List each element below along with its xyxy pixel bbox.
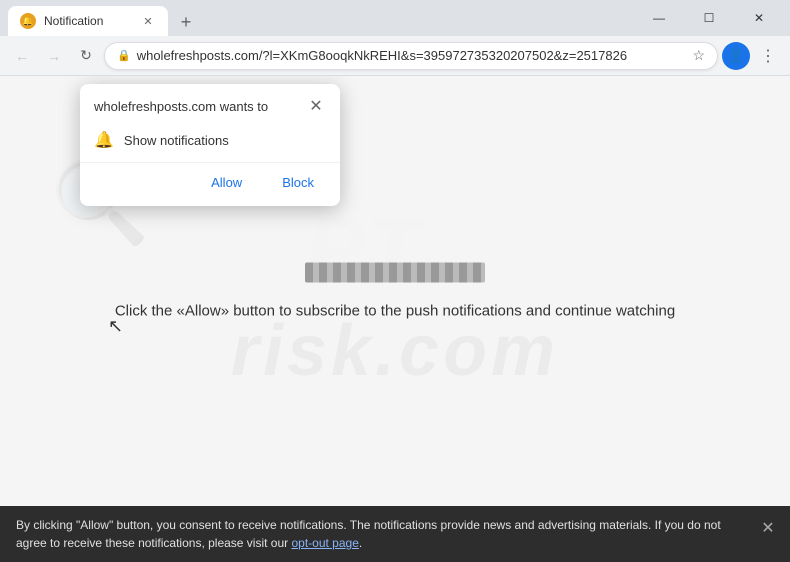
chrome-menu-button[interactable]: ⋮ (754, 42, 782, 70)
back-button[interactable]: ← (8, 42, 36, 70)
consent-text-after-link: . (359, 536, 362, 550)
title-bar: 🔔 Notification ✕ + — ☐ ✕ (0, 0, 790, 36)
profile-icon: 👤 (727, 47, 744, 64)
video-area: Click the «Allow» button to subscribe to… (0, 263, 790, 320)
address-bar: ← → ↻ 🔒 wholefreshposts.com/?l=XKmG8ooqk… (0, 36, 790, 76)
minimize-button[interactable]: — (636, 0, 682, 36)
consent-text: By clicking "Allow" button, you consent … (16, 516, 750, 552)
active-tab[interactable]: 🔔 Notification ✕ (8, 6, 168, 36)
consent-bar: By clicking "Allow" button, you consent … (0, 506, 790, 562)
tab-title: Notification (44, 14, 132, 28)
profile-button[interactable]: 👤 (722, 42, 750, 70)
window-controls: — ☐ ✕ (636, 0, 782, 36)
browser-window: 🔔 Notification ✕ + — ☐ ✕ ← → ↻ 🔒 wholefr… (0, 0, 790, 562)
tab-close-button[interactable]: ✕ (140, 13, 156, 29)
consent-text-before-link: By clicking "Allow" button, you consent … (16, 518, 721, 550)
cta-text: Click the «Allow» button to subscribe to… (115, 303, 675, 320)
refresh-button[interactable]: ↻ (72, 42, 100, 70)
new-tab-button[interactable]: + (172, 8, 200, 36)
bell-icon: 🔔 (94, 130, 114, 150)
tab-favicon: 🔔 (20, 13, 36, 29)
popup-actions: Allow Block (80, 162, 340, 206)
forward-button[interactable]: → (40, 42, 68, 70)
consent-close-button[interactable]: ✕ (758, 518, 778, 538)
page-content: 🔍 PT risk.com Click the «Allow» button t… (0, 76, 790, 506)
url-text: wholefreshposts.com/?l=XKmG8ooqkNkREHI&s… (137, 48, 687, 63)
watermark-text: risk.com (231, 310, 559, 392)
close-window-button[interactable]: ✕ (736, 0, 782, 36)
popup-close-button[interactable]: ✕ (306, 96, 326, 116)
maximize-button[interactable]: ☐ (686, 0, 732, 36)
bookmark-star-icon[interactable]: ☆ (692, 47, 705, 64)
block-button[interactable]: Block (266, 169, 330, 196)
popup-description: Show notifications (124, 133, 229, 148)
allow-button[interactable]: Allow (195, 169, 258, 196)
popup-title: wholefreshposts.com wants to (94, 99, 268, 114)
notification-popup: wholefreshposts.com wants to ✕ 🔔 Show no… (80, 84, 340, 206)
popup-header: wholefreshposts.com wants to ✕ (80, 84, 340, 124)
opt-out-link[interactable]: opt-out page (291, 536, 358, 550)
tab-strip: 🔔 Notification ✕ + (8, 0, 636, 36)
progress-bar (305, 263, 485, 283)
url-bar[interactable]: 🔒 wholefreshposts.com/?l=XKmG8ooqkNkREHI… (104, 42, 718, 70)
popup-row: 🔔 Show notifications (80, 124, 340, 162)
lock-icon: 🔒 (117, 49, 131, 62)
